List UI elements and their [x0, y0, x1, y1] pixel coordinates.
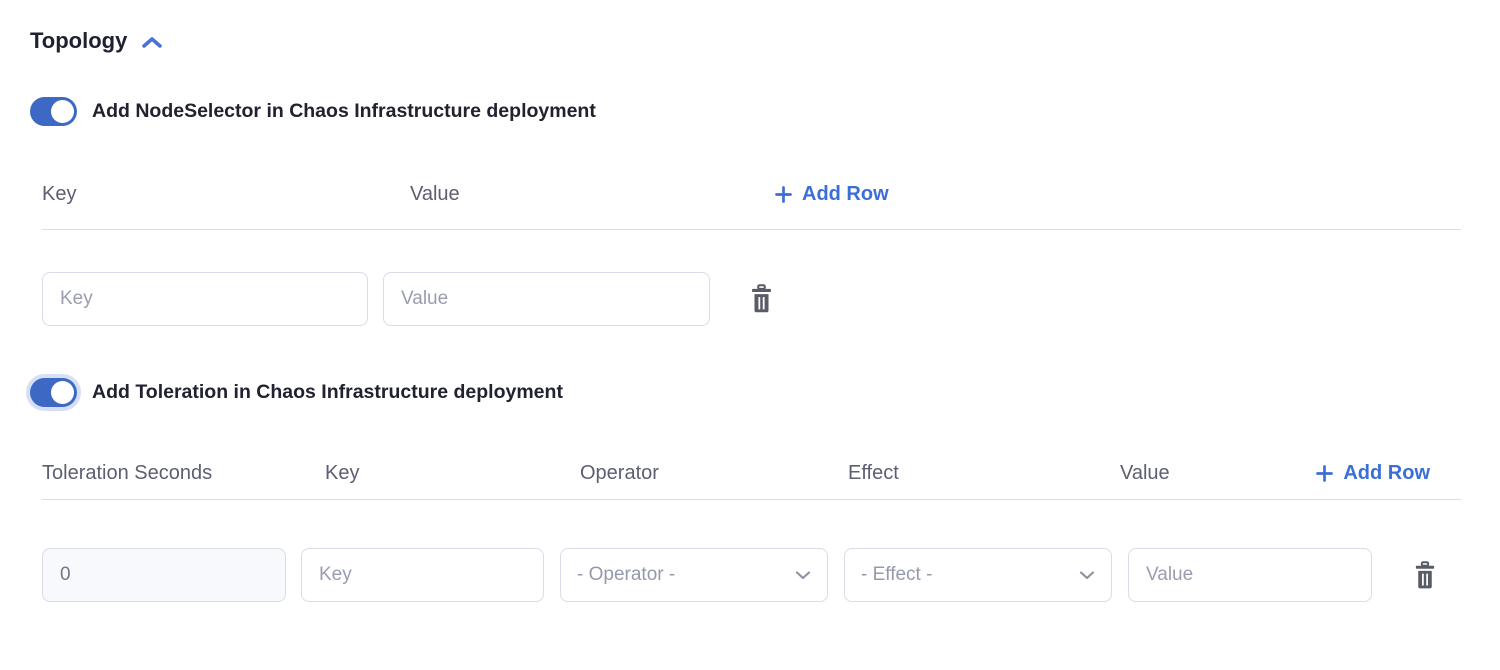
nodeselector-delete-row-button[interactable] [747, 283, 776, 315]
trash-icon [747, 283, 776, 315]
toleration-toggle-row: Add Toleration in Chaos Infrastructure d… [30, 378, 1500, 407]
toleration-header-value: Value [1120, 460, 1316, 486]
toleration-header-seconds: Toleration Seconds [42, 460, 325, 486]
toleration-header-key: Key [325, 460, 580, 486]
chevron-down-icon [1079, 570, 1095, 580]
nodeselector-header-key: Key [42, 181, 410, 207]
nodeselector-toggle-label: Add NodeSelector in Chaos Infrastructure… [92, 100, 596, 123]
section-header: Topology [30, 26, 1500, 55]
effect-select-value: - Effect - [861, 564, 932, 586]
nodeselector-key-input[interactable] [42, 272, 368, 326]
toleration-row: - Operator - - Effect - [42, 548, 1500, 602]
section-title: Topology [30, 28, 127, 54]
toleration-toggle-label: Add Toleration in Chaos Infrastructure d… [92, 381, 563, 404]
toleration-toggle[interactable] [30, 378, 77, 407]
plus-icon [1316, 465, 1333, 482]
toleration-delete-row-button[interactable] [1411, 560, 1439, 591]
toleration-add-row-button[interactable]: Add Row [1316, 460, 1430, 486]
nodeselector-toggle[interactable] [30, 97, 77, 126]
nodeselector-value-input[interactable] [383, 272, 710, 326]
effect-select[interactable]: - Effect - [844, 548, 1112, 602]
toleration-table-header: Toleration Seconds Key Operator Effect V… [42, 460, 1461, 500]
nodeselector-toggle-row: Add NodeSelector in Chaos Infrastructure… [30, 97, 1500, 126]
toleration-header-operator: Operator [580, 460, 848, 486]
collapse-chevron-up-icon[interactable] [141, 36, 163, 49]
nodeselector-table-header: Key Value Add Row [42, 181, 1461, 230]
nodeselector-add-row-button[interactable]: Add Row [775, 181, 889, 207]
add-row-label: Add Row [1343, 460, 1430, 486]
operator-select[interactable]: - Operator - [560, 548, 828, 602]
toleration-header-effect: Effect [848, 460, 1120, 486]
trash-icon [1411, 560, 1439, 591]
operator-select-value: - Operator - [577, 564, 675, 586]
toggle-knob [51, 381, 74, 404]
nodeselector-header-value: Value [410, 181, 775, 207]
toleration-key-input[interactable] [301, 548, 544, 602]
add-row-label: Add Row [802, 181, 889, 207]
toleration-value-input[interactable] [1128, 548, 1372, 602]
toggle-knob [51, 100, 74, 123]
nodeselector-row [42, 272, 1500, 326]
topology-section: Topology Add NodeSelector in Chaos Infra… [0, 0, 1500, 602]
chevron-down-icon [795, 570, 811, 580]
toleration-seconds-input[interactable] [42, 548, 286, 602]
plus-icon [775, 186, 792, 203]
